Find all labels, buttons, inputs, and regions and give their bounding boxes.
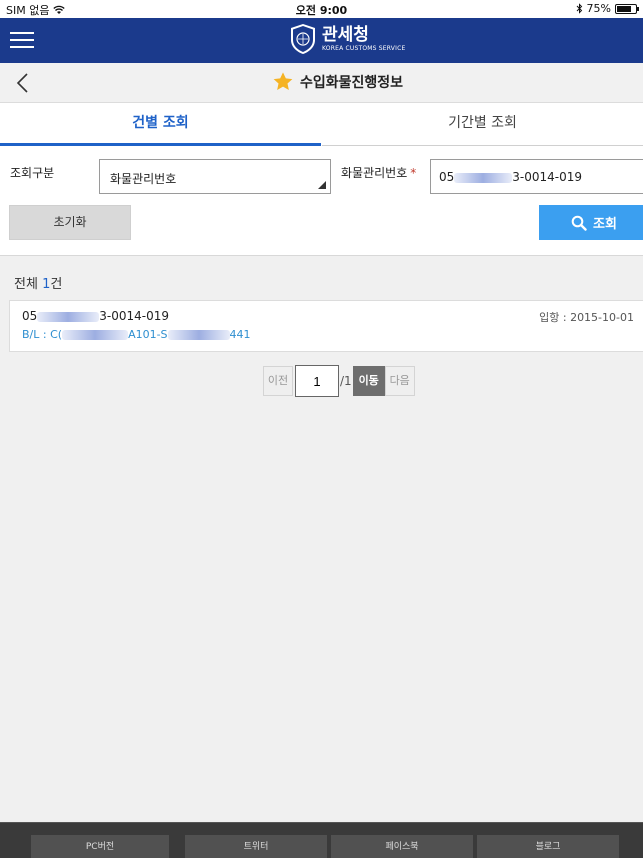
footer-link-pc[interactable]: PC버전	[31, 835, 169, 858]
result-item[interactable]: 05 3-0014-019 B/L : C( A101-S 441 입항 : 2015…	[9, 300, 643, 352]
search-button-label: 조회	[593, 217, 617, 232]
logo-text: 관세청 KOREA CUSTOMS SERVICE	[322, 24, 406, 53]
result-arrival-date: 입항 : 2015-10-01	[539, 311, 634, 324]
battery-fill	[617, 5, 631, 12]
total-pages: /1	[340, 374, 352, 388]
search-tabs: 건별 조회 기간별 조회	[0, 103, 643, 146]
results-area: 전체 1건 05 3-0014-019 B/L : C( A101-S 441 입항 …	[0, 256, 643, 822]
pagination: 이전 /1 이동 다음	[263, 365, 415, 397]
app-header: 관세청 KOREA CUSTOMS SERVICE	[0, 18, 643, 63]
total-prefix: 전체	[14, 277, 38, 292]
go-page-button[interactable]: 이동	[352, 366, 385, 396]
battery-percent: 75%	[586, 2, 611, 15]
tab-single-search[interactable]: 건별 조회	[0, 103, 321, 146]
category-label: 조회구분	[10, 166, 55, 180]
masked-text	[62, 330, 129, 340]
result-cargo-no: 05 3-0014-019	[22, 309, 169, 323]
page-number-input[interactable]	[295, 365, 339, 397]
result-cargo-prefix: 05	[22, 309, 38, 323]
search-icon	[571, 215, 587, 231]
status-right: 75%	[576, 2, 639, 15]
category-selected-value: 화물관리번호	[110, 172, 177, 186]
star-icon	[273, 72, 293, 90]
next-page-button[interactable]: 다음	[384, 366, 415, 396]
prev-page-button[interactable]: 이전	[263, 366, 293, 396]
footer-link-facebook[interactable]: 페이스북	[331, 835, 473, 858]
cargo-no-suffix: 3-0014-019	[512, 170, 583, 184]
select-corner-icon	[318, 181, 326, 189]
search-form: 조회구분 화물관리번호 화물관리번호 * 05 3-0014-019 초기화 조회	[0, 146, 643, 256]
hamburger-menu-icon[interactable]	[10, 29, 34, 51]
result-bl-middle: A101-S	[128, 328, 168, 341]
battery-icon	[615, 3, 639, 14]
sub-header: 수입화물진행정보	[0, 63, 643, 103]
tab-period-search[interactable]: 기간별 조회	[322, 103, 643, 146]
back-chevron-icon[interactable]	[14, 72, 32, 94]
logo-title-en: KOREA CUSTOMS SERVICE	[322, 44, 406, 52]
cargo-no-label: 화물관리번호	[341, 166, 408, 180]
cargo-no-prefix: 05	[439, 170, 455, 184]
bluetooth-icon	[576, 3, 582, 14]
total-suffix: 건	[50, 277, 63, 292]
logo-title-ko: 관세청	[322, 24, 369, 45]
cargo-no-label-group: 화물관리번호 *	[341, 164, 416, 181]
footer: PC버전 트위터 페이스북 블로그	[0, 822, 643, 858]
total-count: 전체 1건	[14, 273, 62, 292]
category-select[interactable]: 화물관리번호	[99, 159, 331, 194]
result-bl-prefix: B/L : C(	[22, 328, 63, 341]
reset-button[interactable]: 초기화	[9, 205, 131, 240]
page-title: 수입화물진행정보	[300, 75, 404, 91]
page-title-group: 수입화물진행정보	[272, 71, 403, 93]
masked-text	[454, 172, 513, 183]
result-cargo-suffix: 3-0014-019	[99, 309, 170, 323]
cargo-no-input[interactable]: 05 3-0014-019	[430, 159, 643, 194]
status-time: 오전 9:00	[295, 4, 348, 17]
search-button[interactable]: 조회	[539, 205, 643, 240]
customs-logo[interactable]: 관세청 KOREA CUSTOMS SERVICE	[290, 23, 405, 55]
masked-text	[167, 330, 230, 340]
result-bl-no: B/L : C( A101-S 441	[22, 328, 251, 341]
required-star-icon: *	[410, 166, 417, 180]
footer-link-twitter[interactable]: 트위터	[185, 835, 327, 858]
customs-emblem-icon	[291, 24, 315, 54]
masked-text	[37, 311, 100, 322]
result-bl-suffix: 441	[229, 328, 251, 341]
footer-link-blog[interactable]: 블로그	[477, 835, 619, 858]
status-bar: SIM 없음 오전 9:00 75%	[0, 0, 643, 18]
